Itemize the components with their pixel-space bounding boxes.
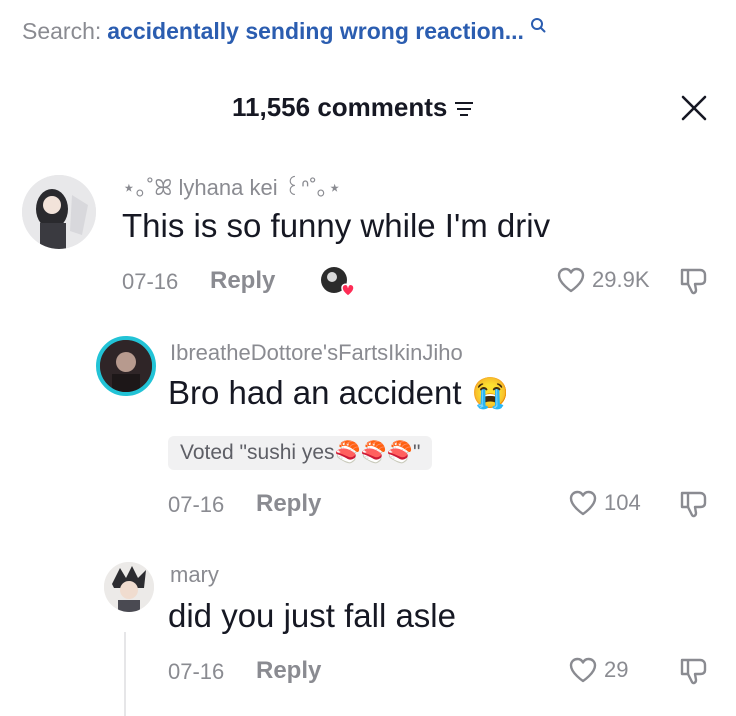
heart-outline-icon: [569, 657, 597, 683]
comment-count: 11,556 comments: [232, 92, 448, 122]
avatar[interactable]: [96, 336, 156, 396]
comment-text: did you just fall asle: [168, 597, 456, 634]
like-count: 29.9K: [592, 267, 650, 292]
comments-header: 11,556 comments: [232, 90, 475, 125]
comment-date: 07-16: [168, 659, 225, 684]
comment-username[interactable]: IbreatheDottore'sFartsIkinJiho: [170, 340, 463, 366]
reply-button[interactable]: Reply: [256, 657, 321, 685]
comment-text: This is so funny while I'm driv: [122, 207, 551, 244]
dislike-icon[interactable]: [678, 656, 710, 691]
close-icon[interactable]: [680, 94, 708, 127]
like-count: 29: [604, 657, 629, 682]
reply-button[interactable]: Reply: [256, 490, 321, 518]
thread-line: [124, 632, 126, 716]
crying-emoji: 😭: [471, 376, 509, 410]
comment-text: Bro had an accident: [168, 374, 462, 411]
comment-username[interactable]: ⋆｡˚ꕤ lyhana kei ꒰ᐢ˚｡⋆: [122, 170, 342, 202]
avatar[interactable]: [104, 562, 154, 612]
search-bar[interactable]: Search: accidentally sending wrong react…: [22, 18, 546, 45]
comment-date: 07-16: [122, 269, 179, 294]
like-button[interactable]: 104: [568, 489, 641, 517]
poll-vote-badge: Voted "sushi yes🍣🍣🍣": [168, 436, 433, 470]
reply-button[interactable]: Reply: [210, 267, 275, 295]
dislike-icon[interactable]: [678, 266, 710, 301]
search-query[interactable]: accidentally sending wrong reaction...: [107, 18, 524, 45]
search-prefix: Search:: [22, 18, 102, 44]
comment-date: 07-16: [168, 492, 225, 517]
heart-outline-icon: [557, 267, 585, 293]
comment-text-row: Bro had an accident 😭: [168, 374, 509, 412]
search-icon[interactable]: [530, 12, 546, 39]
avatar[interactable]: [22, 175, 96, 249]
like-button[interactable]: 29.9K: [556, 266, 650, 294]
creator-liked-badge: [320, 266, 356, 303]
heart-outline-icon: [569, 490, 597, 516]
like-button[interactable]: 29: [568, 656, 628, 684]
like-count: 104: [604, 490, 641, 515]
comment-username[interactable]: mary: [170, 562, 219, 588]
dislike-icon[interactable]: [678, 489, 710, 524]
filter-icon[interactable]: [453, 94, 475, 125]
